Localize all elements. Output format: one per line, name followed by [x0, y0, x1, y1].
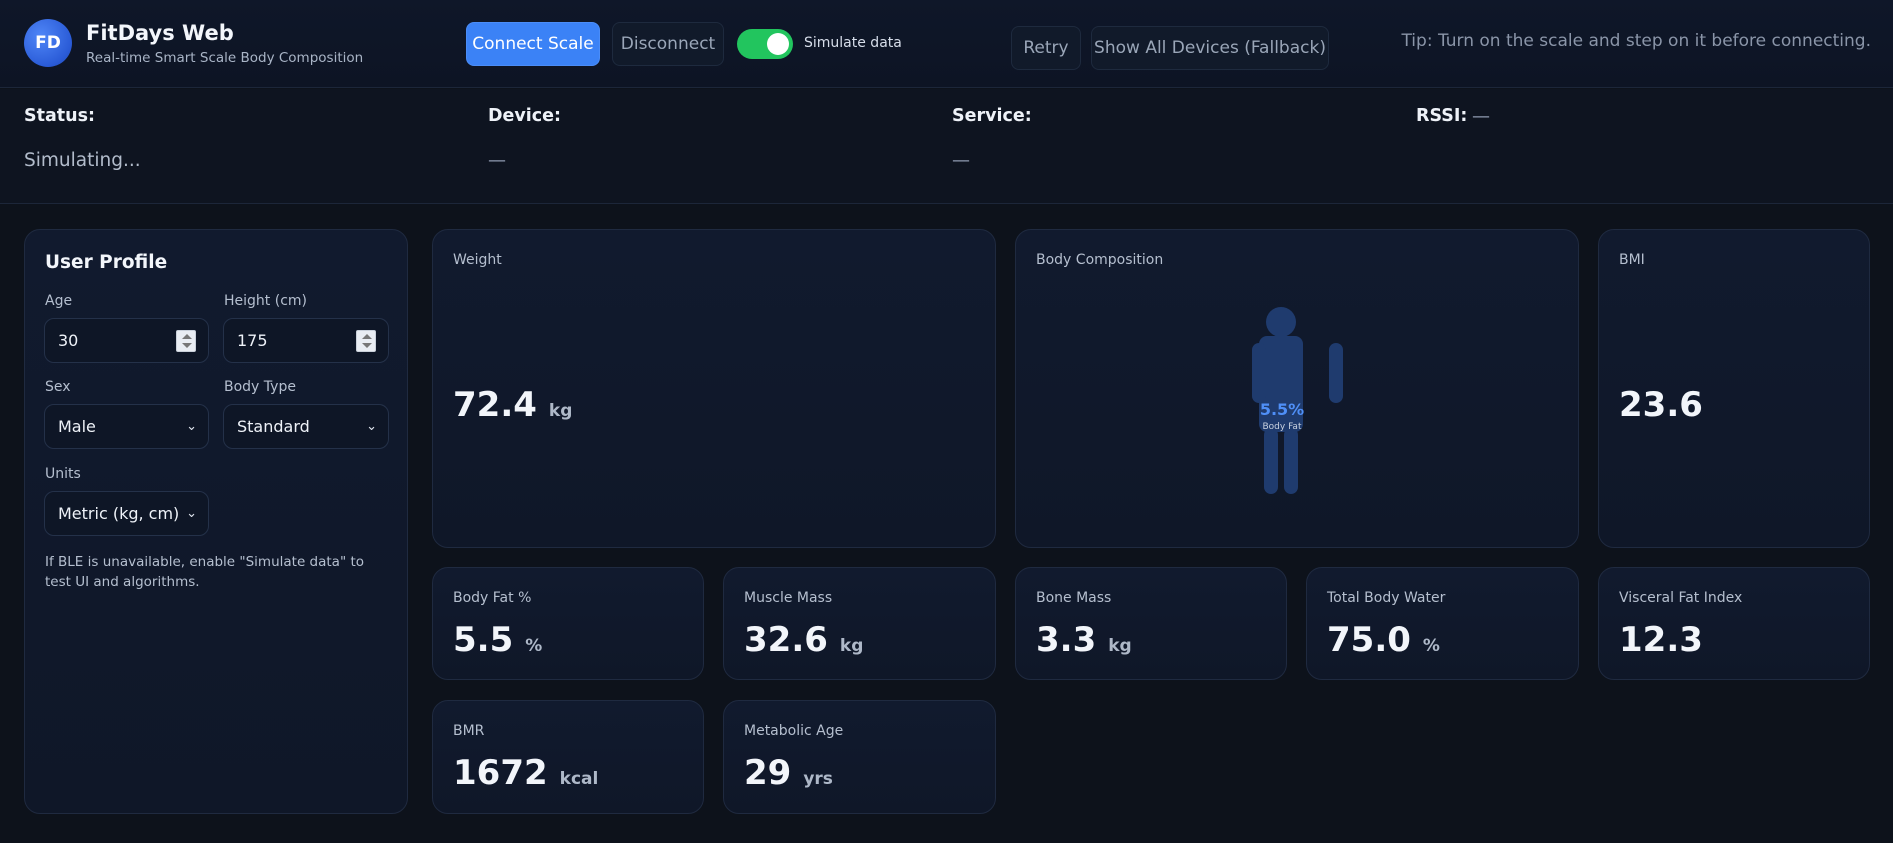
bmr-unit: kcal	[559, 769, 599, 789]
app-subtitle: Real-time Smart Scale Body Composition	[86, 50, 364, 66]
show-all-devices-button[interactable]: Show All Devices (Fallback)	[1091, 26, 1329, 70]
simulate-toggle[interactable]	[737, 29, 793, 59]
bone-mass-card: Bone Mass 3.3 kg	[1015, 567, 1287, 680]
body-fat-value: 5.5	[453, 620, 514, 660]
chevron-down-icon: ⌄	[366, 419, 377, 434]
muscle-mass-unit: kg	[839, 636, 864, 656]
muscle-mass-card: Muscle Mass 32.6 kg	[723, 567, 996, 680]
height-stepper-icon[interactable]	[356, 330, 376, 352]
sex-label: Sex	[45, 379, 71, 395]
figure-arm-right	[1329, 343, 1343, 403]
metabolic-age-readout: 29 yrs	[744, 753, 833, 793]
body-fat-overlay-label: Body Fat	[1262, 422, 1302, 432]
bone-mass-unit: kg	[1108, 636, 1132, 656]
height-input[interactable]: 175	[223, 318, 389, 363]
body-type-label: Body Type	[224, 379, 296, 395]
body-type-value: Standard	[237, 417, 310, 436]
toggle-knob	[767, 33, 789, 55]
device-value: —	[488, 150, 506, 171]
muscle-mass-value: 32.6	[744, 620, 828, 660]
age-label: Age	[45, 293, 73, 309]
bmi-value: 23.6	[1619, 385, 1703, 425]
app-logo: FD	[24, 19, 72, 67]
service-value: —	[952, 150, 970, 171]
weight-label: Weight	[453, 252, 502, 268]
figure-arm-left	[1252, 343, 1266, 403]
profile-title: User Profile	[45, 252, 168, 273]
body-fat-unit: %	[525, 636, 543, 656]
figure-leg-right	[1284, 428, 1298, 494]
metabolic-age-label: Metabolic Age	[744, 723, 844, 739]
weight-value: 72.4	[453, 385, 537, 425]
weight-readout: 72.4 kg	[453, 385, 572, 425]
body-water-value: 75.0	[1327, 620, 1411, 660]
muscle-mass-label: Muscle Mass	[744, 590, 833, 606]
body-fat-label: Body Fat %	[453, 590, 532, 606]
body-water-label: Total Body Water	[1327, 590, 1446, 606]
units-value: Metric (kg, cm)	[58, 504, 180, 523]
ble-note: If BLE is unavailable, enable "Simulate …	[45, 554, 364, 590]
metabolic-age-unit: yrs	[803, 769, 833, 789]
body-water-unit: %	[1422, 636, 1440, 656]
units-label: Units	[45, 466, 81, 482]
weight-unit: kg	[548, 401, 573, 421]
bmr-readout: 1672 kcal	[453, 753, 598, 793]
body-fat-readout: 5.5%	[453, 620, 542, 660]
age-value: 30	[58, 331, 79, 350]
service-label: Service:	[952, 106, 1032, 126]
rssi-value: —	[1472, 106, 1490, 127]
bmr-value: 1672	[453, 753, 548, 793]
height-label: Height (cm)	[224, 293, 307, 309]
device-label: Device:	[488, 106, 562, 126]
chevron-down-icon: ⌄	[186, 419, 197, 434]
connect-scale-button[interactable]: Connect Scale	[466, 22, 600, 66]
retry-button[interactable]: Retry	[1011, 26, 1081, 70]
status-label: Status:	[24, 106, 96, 126]
app-title: FitDays Web	[86, 21, 234, 45]
sex-select[interactable]: Male ⌄	[44, 404, 209, 449]
bmr-card: BMR 1672 kcal	[432, 700, 704, 814]
app-header: FD FitDays Web Real-time Smart Scale Bod…	[0, 0, 1893, 88]
age-stepper-icon[interactable]	[176, 330, 196, 352]
figure-head	[1266, 307, 1296, 337]
visceral-fat-label: Visceral Fat Index	[1619, 590, 1743, 606]
bone-mass-value: 3.3	[1036, 620, 1097, 660]
body-fat-card: Body Fat % 5.5%	[432, 567, 704, 680]
body-type-select[interactable]: Standard ⌄	[223, 404, 389, 449]
bmi-card: BMI 23.6	[1598, 229, 1870, 548]
bmi-label: BMI	[1619, 252, 1645, 268]
sex-value: Male	[58, 417, 96, 436]
body-composition-label: Body Composition	[1036, 252, 1164, 268]
rssi-label: RSSI:	[1416, 106, 1468, 126]
visceral-fat-card: Visceral Fat Index 12.3	[1598, 567, 1870, 680]
body-water-readout: 75.0%	[1327, 620, 1440, 660]
metabolic-age-value: 29	[744, 753, 792, 793]
bone-mass-readout: 3.3 kg	[1036, 620, 1132, 660]
status-value: Simulating...	[24, 150, 141, 171]
disconnect-button[interactable]: Disconnect	[612, 22, 724, 66]
connection-tip: Tip: Turn on the scale and step on it be…	[1401, 31, 1871, 51]
chevron-down-icon: ⌄	[186, 506, 197, 521]
muscle-mass-readout: 32.6 kg	[744, 620, 863, 660]
body-composition-card: Body Composition 5.5% Body Fat	[1015, 229, 1579, 548]
body-water-card: Total Body Water 75.0%	[1306, 567, 1579, 680]
figure-leg-left	[1264, 428, 1278, 494]
bone-mass-label: Bone Mass	[1036, 590, 1112, 606]
body-fat-overlay-value: 5.5%	[1259, 400, 1305, 419]
user-profile-panel: User Profile Age 30 Height (cm) 175 Sex …	[24, 229, 408, 814]
status-bar: Status: Simulating... Device: — Service:…	[0, 89, 1893, 204]
metabolic-age-card: Metabolic Age 29 yrs	[723, 700, 996, 814]
visceral-fat-value: 12.3	[1619, 620, 1703, 660]
units-select[interactable]: Metric (kg, cm) ⌄	[44, 491, 209, 536]
weight-card: Weight 72.4 kg	[432, 229, 996, 548]
height-value: 175	[237, 331, 268, 350]
simulate-label: Simulate data	[804, 35, 902, 51]
age-input[interactable]: 30	[44, 318, 209, 363]
bmr-label: BMR	[453, 723, 485, 739]
